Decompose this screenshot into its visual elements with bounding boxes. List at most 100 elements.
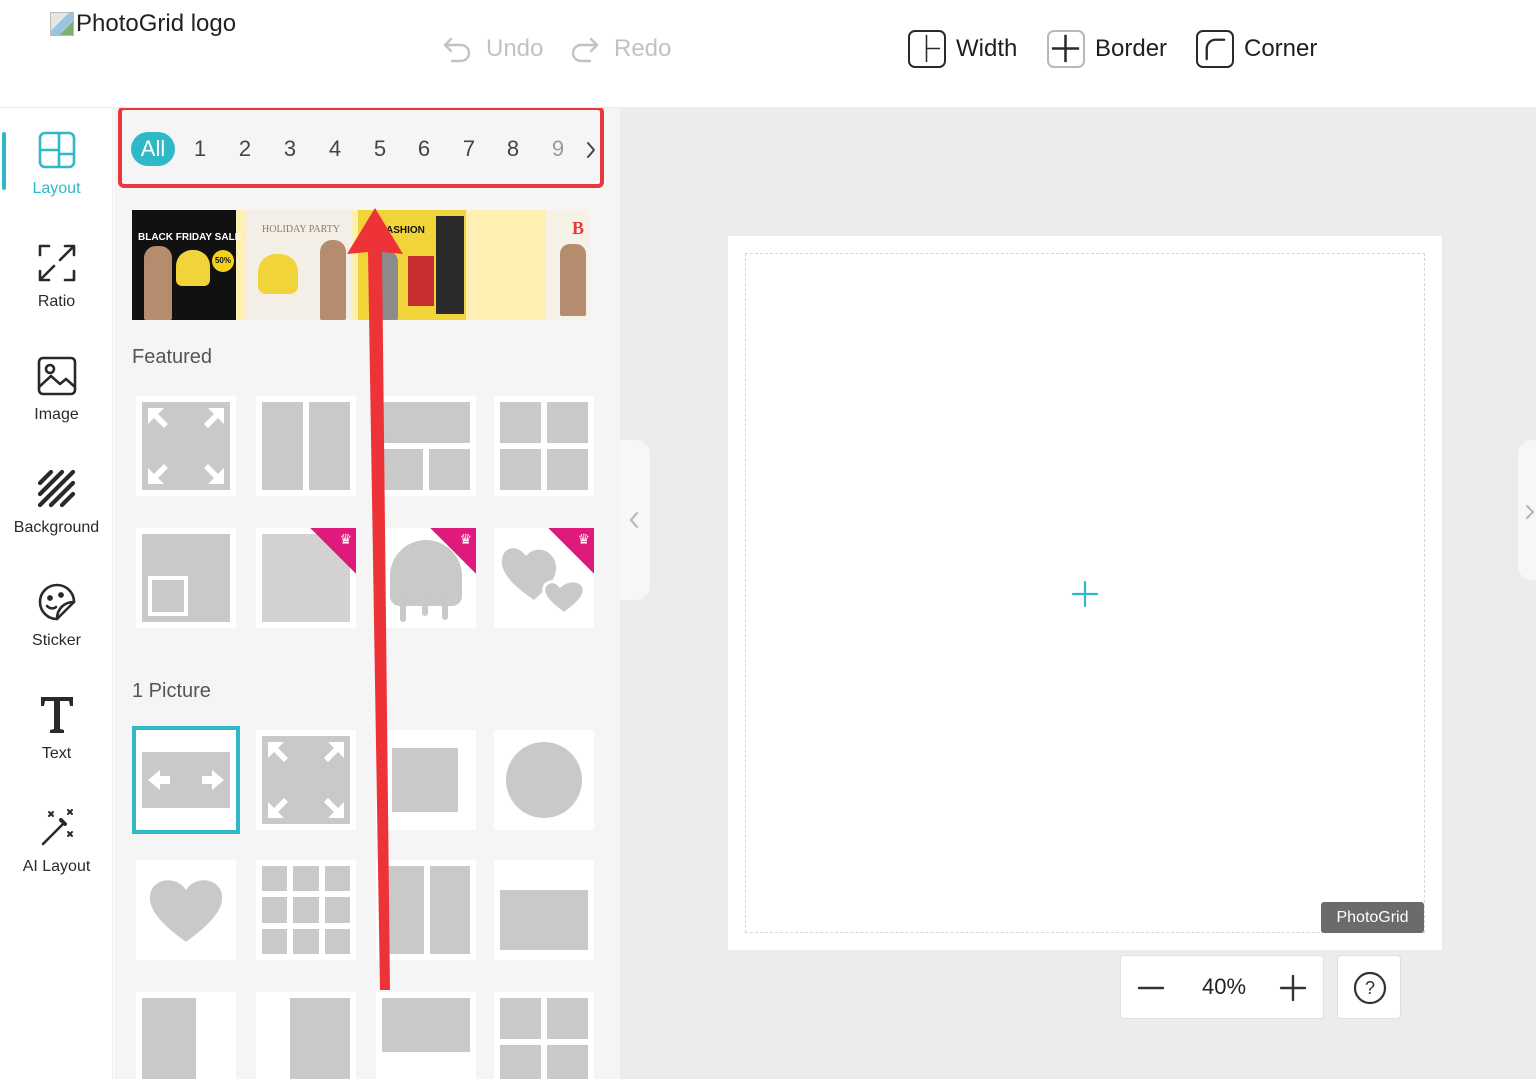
- tab-5[interactable]: 5: [366, 132, 394, 166]
- layout-thumb-hearts-premium[interactable]: ♛: [494, 528, 594, 628]
- expand-icon: [268, 742, 344, 818]
- sidebar-item-text[interactable]: Text: [0, 673, 113, 786]
- photogrid-editor: PhotoGrid logo Undo Redo Width Border Co…: [0, 0, 1536, 1079]
- horizontal-expand-icon: [148, 770, 224, 790]
- layout-thumb-left-tall[interactable]: [136, 992, 236, 1079]
- fashion-text: ASHION: [386, 225, 425, 236]
- layout-thumb-sparkle-premium[interactable]: ♛: [256, 528, 356, 628]
- corner-button[interactable]: Corner: [1196, 28, 1317, 70]
- top-toolbar: PhotoGrid logo Undo Redo Width Border Co…: [0, 0, 1536, 108]
- layout-thumb-heart[interactable]: [136, 860, 236, 960]
- layout-thumb-4grid[interactable]: [494, 396, 594, 496]
- layout-panel: All 1 2 3 4 5 6 7 8 9 BLACK FRIDAY SALE …: [114, 108, 620, 1079]
- width-button[interactable]: Width: [908, 28, 1017, 70]
- layout-thumb-inset[interactable]: [136, 528, 236, 628]
- help-symbol: ?: [1365, 978, 1375, 998]
- zoom-out-icon[interactable]: [1135, 972, 1167, 1004]
- redo-button[interactable]: Redo: [568, 28, 671, 70]
- expand-icon: [148, 408, 224, 484]
- ai-layout-icon: [41, 809, 73, 846]
- border-icon: [1047, 30, 1085, 68]
- tab-7[interactable]: 7: [455, 132, 483, 166]
- tab-all[interactable]: All: [131, 132, 175, 166]
- corner-icon: [1196, 30, 1234, 68]
- sidebar-item-ratio[interactable]: Ratio: [0, 221, 113, 334]
- layout-thumb-2col[interactable]: [256, 396, 356, 496]
- corner-label: Corner: [1244, 35, 1318, 62]
- sidebar-item-label: Sticker: [32, 632, 81, 649]
- template-banner[interactable]: BLACK FRIDAY SALE HOLIDAY PARTY ASHION 5…: [132, 210, 590, 320]
- background-icon: [37, 469, 75, 508]
- tab-2[interactable]: 2: [231, 132, 259, 166]
- layout-thumb-fit-selected[interactable]: [132, 726, 240, 834]
- layout-thumb-square[interactable]: [376, 730, 476, 830]
- sidebar: Layout Ratio Image Background Sticker Te…: [0, 108, 113, 1079]
- chevron-left-icon: [629, 512, 638, 528]
- premium-crown-icon: ♛: [310, 528, 356, 574]
- jacket-image: [176, 250, 210, 286]
- zoom-control: 40%: [1120, 955, 1324, 1019]
- picture-count-tabs: All 1 2 3 4 5 6 7 8 9: [118, 108, 604, 188]
- tab-6[interactable]: 6: [410, 132, 438, 166]
- sidebar-item-label: AI Layout: [22, 858, 91, 875]
- help-button[interactable]: ?: [1337, 955, 1401, 1019]
- premium-crown-icon: ♛: [430, 528, 476, 574]
- text-icon: [40, 697, 73, 733]
- sidebar-item-label: Background: [13, 519, 100, 536]
- layout-thumb-9grid[interactable]: [256, 860, 356, 960]
- layout-thumb-1top-2bottom[interactable]: [376, 396, 476, 496]
- layout-thumb-circle[interactable]: [494, 730, 594, 830]
- sidebar-item-ai-layout[interactable]: AI Layout: [0, 786, 113, 899]
- sidebar-item-label: Layout: [32, 180, 81, 197]
- tab-1[interactable]: 1: [186, 132, 214, 166]
- border-label: Border: [1095, 35, 1168, 62]
- layout-thumb-wide[interactable]: [494, 860, 594, 960]
- premium-crown-icon: ♛: [548, 528, 594, 574]
- broken-image-icon: [50, 12, 74, 36]
- border-button[interactable]: Border: [1047, 28, 1167, 70]
- jacket-image: [258, 254, 298, 294]
- sidebar-item-layout[interactable]: Layout: [0, 108, 113, 221]
- expand-right-panel-handle[interactable]: [1518, 440, 1536, 580]
- tab-8[interactable]: 8: [499, 132, 527, 166]
- sidebar-item-label: Text: [41, 745, 72, 762]
- model-figure: [560, 244, 586, 316]
- width-icon: [908, 30, 946, 68]
- sidebar-item-background[interactable]: Background: [0, 447, 113, 560]
- sidebar-item-label: Ratio: [37, 293, 76, 310]
- tab-4[interactable]: 4: [321, 132, 349, 166]
- ratio-icon: [38, 244, 75, 282]
- app-logo[interactable]: PhotoGrid logo: [50, 10, 236, 38]
- photo-block: [408, 256, 434, 306]
- add-photo-plus-icon[interactable]: [1070, 579, 1100, 609]
- tab-3[interactable]: 3: [276, 132, 304, 166]
- sidebar-item-image[interactable]: Image: [0, 334, 113, 447]
- sale-badge: 50%: [212, 250, 234, 272]
- layout-thumb-torn[interactable]: [376, 860, 476, 960]
- layout-thumb-fill[interactable]: [136, 396, 236, 496]
- logo-alt-text: PhotoGrid logo: [76, 10, 237, 37]
- image-icon: [37, 356, 76, 396]
- more-template-text: B: [572, 218, 585, 238]
- heart-shape: [149, 880, 223, 942]
- zoom-in-icon[interactable]: [1277, 972, 1309, 1004]
- layout-thumb-right-tall[interactable]: [256, 992, 356, 1079]
- holiday-party-text: HOLIDAY PARTY: [262, 224, 341, 235]
- collapse-panel-handle[interactable]: [620, 440, 650, 600]
- model-figure: [320, 240, 346, 320]
- layout-thumb-fill-single[interactable]: [256, 730, 356, 830]
- chevron-right-icon[interactable]: [584, 135, 598, 165]
- tab-9[interactable]: 9: [544, 132, 572, 166]
- black-friday-text: BLACK FRIDAY SALE: [138, 232, 242, 243]
- layout-thumb-4grid-alt[interactable]: [494, 992, 594, 1079]
- layout-thumb-top-wide[interactable]: [376, 992, 476, 1079]
- undo-button[interactable]: Undo: [440, 28, 543, 70]
- layout-thumb-drip-premium[interactable]: ♛: [376, 528, 476, 628]
- section-title-featured: Featured: [132, 346, 213, 368]
- model-figure: [372, 250, 398, 320]
- watermark-badge[interactable]: PhotoGrid: [1321, 902, 1424, 933]
- undo-label: Undo: [486, 35, 544, 62]
- chevron-right-icon: [1526, 505, 1535, 519]
- sidebar-item-sticker[interactable]: Sticker: [0, 560, 113, 673]
- width-label: Width: [956, 35, 1018, 62]
